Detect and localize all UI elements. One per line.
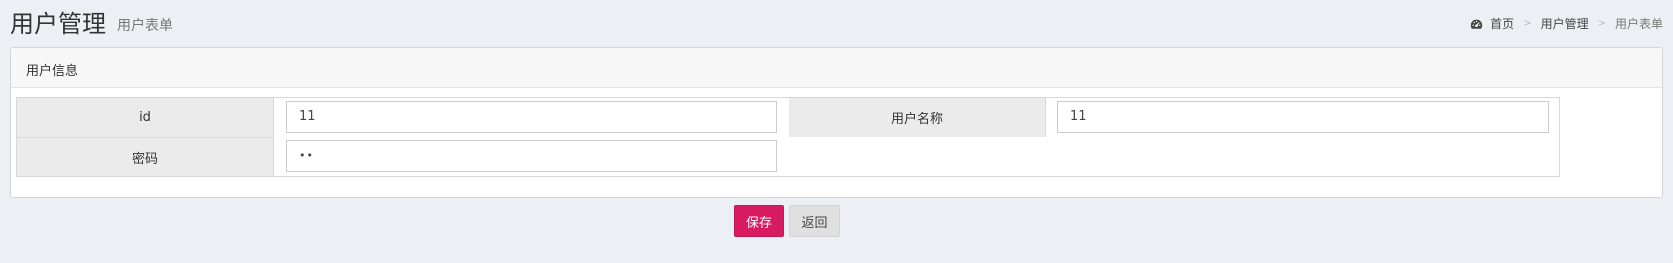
- username-label: 用户名称: [789, 98, 1046, 137]
- user-form-table: id 11 用户名称 11 密码 ••: [16, 97, 1560, 177]
- breadcrumb-home[interactable]: 首页: [1490, 16, 1514, 32]
- box-title: 用户信息: [11, 48, 1662, 88]
- breadcrumb-user-form: 用户表单: [1614, 17, 1663, 31]
- page-subtitle: 用户表单: [117, 18, 173, 34]
- content-header: 用户管理 用户表单 首页 > 用户管理 > 用户表单: [10, 8, 1663, 40]
- password-field[interactable]: ••: [286, 140, 777, 172]
- dashboard-icon: [1470, 19, 1483, 29]
- page-title: 用户管理: [10, 10, 106, 38]
- breadcrumb-user-management[interactable]: 用户管理: [1541, 16, 1589, 32]
- breadcrumb: 首页 > 用户管理 > 用户表单: [1470, 16, 1663, 32]
- breadcrumb-separator: >: [1597, 18, 1606, 29]
- username-field[interactable]: 11: [1057, 101, 1549, 133]
- id-label: id: [17, 98, 274, 137]
- password-label: 密码: [17, 138, 274, 176]
- back-button[interactable]: 返回: [789, 205, 840, 237]
- save-button[interactable]: 保存: [734, 205, 784, 237]
- user-info-box: 用户信息 id 11 用户名称 11 密码 ••: [10, 47, 1663, 198]
- breadcrumb-separator: >: [1523, 18, 1532, 29]
- id-field[interactable]: 11: [286, 101, 777, 133]
